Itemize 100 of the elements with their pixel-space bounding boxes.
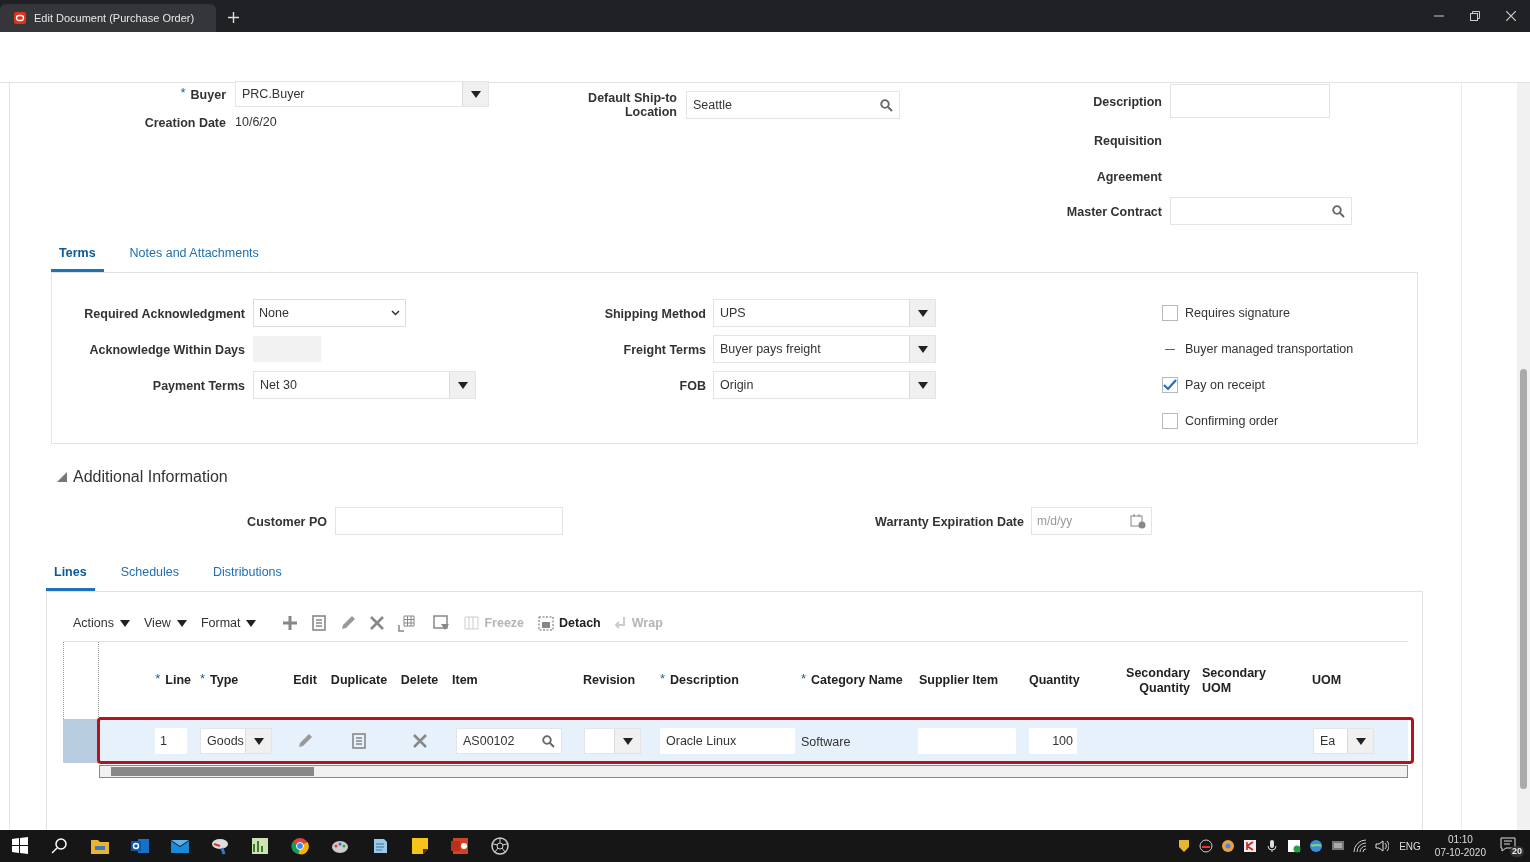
- shield-icon[interactable]: [1177, 839, 1192, 853]
- menu-button[interactable]: Format: [200, 613, 257, 633]
- row-selector[interactable]: [63, 719, 99, 763]
- add-icon[interactable]: [282, 615, 299, 631]
- caret-icon: [246, 619, 257, 627]
- option-label: Requires signature: [1185, 304, 1290, 322]
- globe-icon[interactable]: [1309, 839, 1324, 853]
- restore-icon[interactable]: [1470, 11, 1480, 21]
- option-label: Pay on receipt: [1185, 376, 1265, 394]
- customer-po-field[interactable]: [335, 507, 563, 535]
- supplier-item-field[interactable]: [918, 728, 1016, 754]
- dropdown-button[interactable]: [1347, 729, 1373, 753]
- required-mark: *: [200, 669, 206, 688]
- monitor-icon[interactable]: [1331, 839, 1346, 853]
- creation-date-value: 10/6/20: [235, 113, 277, 131]
- buyer-select[interactable]: PRC.Buyer: [235, 81, 489, 107]
- type-select[interactable]: Goods: [200, 728, 272, 754]
- horizontal-scrollbar[interactable]: [99, 765, 1408, 778]
- quantity-field[interactable]: 100: [1029, 728, 1077, 754]
- vertical-scrollbar[interactable]: [1517, 83, 1530, 830]
- tab[interactable]: Distributions: [205, 557, 290, 591]
- volume-icon[interactable]: [1375, 839, 1390, 853]
- checkbox[interactable]: [1162, 305, 1178, 321]
- item-field[interactable]: AS00102: [456, 728, 562, 754]
- column-header: Delete: [400, 673, 439, 688]
- ship-to-location-field[interactable]: Seattle: [686, 91, 900, 119]
- dropdown-button[interactable]: [462, 82, 488, 106]
- table-query-icon[interactable]: [398, 614, 416, 632]
- tab-title: Edit Document (Purchase Order): [34, 10, 195, 26]
- field-label: Buyer: [190, 88, 226, 102]
- field-label: Customer PO: [247, 515, 327, 529]
- column-header: Category Name: [811, 673, 903, 688]
- tab[interactable]: Schedules: [112, 557, 188, 591]
- line-number-field[interactable]: 1: [155, 728, 187, 754]
- dropdown-button[interactable]: [245, 729, 271, 753]
- caret-icon: [917, 345, 928, 353]
- caret-icon: [1355, 737, 1366, 745]
- tab[interactable]: Lines: [46, 557, 95, 591]
- wrap-icon: [614, 616, 627, 630]
- calendar-icon[interactable]: [1130, 513, 1146, 529]
- browser-icon[interactable]: [1221, 839, 1236, 853]
- dropdown-button[interactable]: [449, 372, 475, 398]
- tab[interactable]: Terms: [51, 238, 104, 272]
- toolbar-button[interactable]: Detach: [538, 613, 601, 633]
- duplicate-icon[interactable]: [312, 615, 327, 631]
- scrollbar-thumb[interactable]: [111, 767, 314, 776]
- payment-terms-select[interactable]: Net 30: [253, 371, 476, 399]
- field-label: Creation Date: [144, 116, 226, 130]
- caret-icon: [917, 381, 928, 389]
- app-icon[interactable]: [1243, 839, 1258, 853]
- chevron-down-icon: [391, 310, 400, 316]
- delete-icon[interactable]: [370, 616, 385, 630]
- column-header: Item: [452, 673, 478, 688]
- microphone-icon[interactable]: [1265, 839, 1280, 853]
- collapse-triangle-icon[interactable]: [57, 472, 67, 482]
- checkmark-icon: [1163, 379, 1177, 391]
- required-acknowledgment-select[interactable]: None: [253, 299, 406, 327]
- site-icon: [14, 12, 26, 24]
- security-icon[interactable]: [1287, 839, 1302, 853]
- required-mark: *: [155, 669, 161, 688]
- scrollbar-thumb[interactable]: [1520, 369, 1527, 789]
- dropdown-button[interactable]: [909, 336, 935, 362]
- browser-tab[interactable]: Edit Document (Purchase Order): [0, 4, 216, 32]
- category-name-text: Software: [801, 735, 851, 749]
- language-indicator[interactable]: ENG: [1399, 838, 1421, 854]
- checkbox[interactable]: [1162, 377, 1178, 393]
- dropdown-button[interactable]: [909, 300, 935, 326]
- tab[interactable]: Notes and Attachments: [121, 238, 267, 272]
- pencil-icon[interactable]: [340, 615, 357, 631]
- revision-select[interactable]: [584, 728, 641, 754]
- uom-select[interactable]: Ea: [1313, 728, 1374, 754]
- wifi-icon[interactable]: [1353, 839, 1368, 853]
- dropdown-button[interactable]: [909, 372, 935, 398]
- filter-icon[interactable]: [433, 614, 451, 632]
- checkbox[interactable]: [1162, 413, 1178, 429]
- delete-icon[interactable]: [412, 734, 427, 748]
- shipping-method-select[interactable]: UPS: [713, 299, 936, 327]
- column-header: Revision: [583, 673, 636, 688]
- freight-terms-select[interactable]: Buyer pays freight: [713, 335, 936, 363]
- option-label: Confirming order: [1185, 412, 1279, 430]
- clock[interactable]: 01:10 07-10-2020: [1434, 833, 1486, 859]
- dropdown-button[interactable]: [614, 729, 640, 753]
- column-header: Type: [210, 673, 239, 688]
- master-contract-field[interactable]: [1170, 197, 1352, 225]
- description-field[interactable]: Oracle Linux: [660, 728, 795, 754]
- fob-select[interactable]: Origin: [713, 371, 936, 399]
- field-label: Shipping Method: [604, 307, 706, 321]
- column-header: Edit: [293, 673, 317, 688]
- field-label: Description: [1093, 95, 1162, 109]
- caret-icon: [470, 90, 481, 98]
- column-header: Quantity: [1029, 673, 1080, 688]
- new-tab-icon[interactable]: [228, 12, 239, 23]
- detach-icon: [538, 615, 555, 631]
- menu-button[interactable]: Actions: [73, 613, 130, 633]
- menu-button[interactable]: View: [144, 613, 187, 633]
- required-mark: *: [801, 669, 807, 688]
- column-header: Line: [165, 673, 191, 688]
- section-title: Additional Information: [73, 467, 228, 487]
- field-label: Required Acknowledgment: [84, 307, 245, 321]
- close-icon[interactable]: [1506, 11, 1516, 21]
